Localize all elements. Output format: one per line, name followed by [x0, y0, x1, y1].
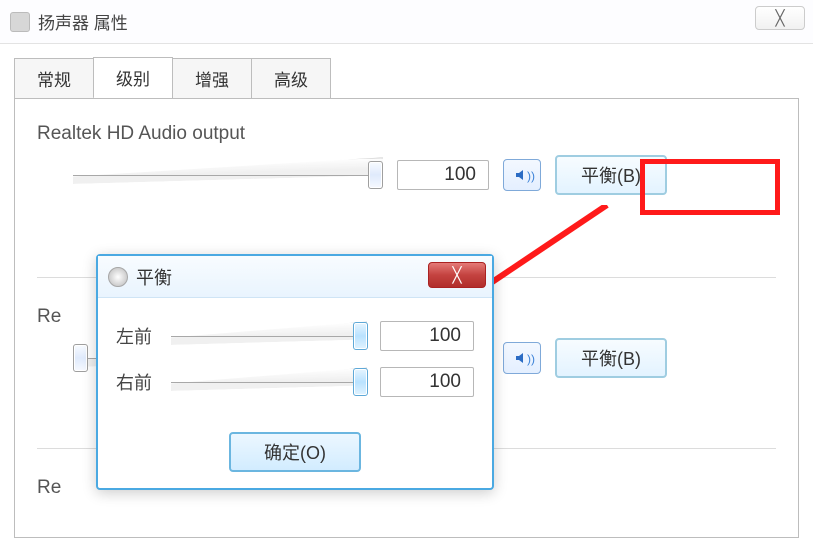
tab-advanced[interactable]: 高级 [251, 58, 331, 98]
balance-button[interactable]: 平衡(B) [555, 338, 667, 378]
sound-waves-icon: )) [527, 352, 535, 366]
channel-label-left: 左前 [116, 323, 159, 349]
mute-button[interactable]: )) [503, 342, 541, 374]
titlebar: 扬声器 属性 ╳ [0, 0, 813, 44]
balance-slider-right[interactable] [171, 366, 367, 398]
balance-slider-left[interactable] [171, 320, 367, 352]
balance-button[interactable]: 平衡(B) [555, 155, 667, 195]
slider-thumb[interactable] [73, 344, 88, 372]
tab-levels[interactable]: 级别 [93, 57, 173, 99]
dialog-title: 平衡 [136, 264, 172, 290]
balance-value-left[interactable]: 100 [380, 321, 474, 351]
mute-button[interactable]: )) [503, 159, 541, 191]
channel-label-right: 右前 [116, 369, 159, 395]
ok-button[interactable]: 确定(O) [229, 432, 361, 472]
sound-waves-icon: )) [527, 169, 535, 183]
volume-value[interactable]: 100 [397, 160, 489, 190]
slider-thumb[interactable] [353, 322, 368, 350]
close-button[interactable]: ╳ [755, 6, 805, 30]
tab-enhance[interactable]: 增强 [172, 58, 252, 98]
device-block-hd-audio: Realtek HD Audio output 100 )) 平衡(B) [37, 123, 776, 215]
balance-dialog: 平衡 ╳ 左前 100 右前 100 确定(O) [96, 254, 494, 490]
tab-bar: 常规 级别 增强 高级 [0, 44, 813, 98]
balance-value-right[interactable]: 100 [380, 367, 474, 397]
slider-thumb[interactable] [353, 368, 368, 396]
dialog-titlebar: 平衡 ╳ [98, 256, 492, 298]
device-name: Realtek HD Audio output [37, 123, 776, 145]
speaker-properties-icon [10, 12, 30, 32]
dialog-close-button[interactable]: ╳ [428, 262, 486, 288]
balance-row-left: 左前 100 [116, 320, 474, 352]
volume-slider[interactable] [73, 159, 383, 191]
window-title: 扬声器 属性 [38, 9, 128, 34]
slider-thumb[interactable] [368, 161, 383, 189]
tab-general[interactable]: 常规 [14, 58, 94, 98]
balance-row-right: 右前 100 [116, 366, 474, 398]
balance-dialog-icon [108, 267, 128, 287]
